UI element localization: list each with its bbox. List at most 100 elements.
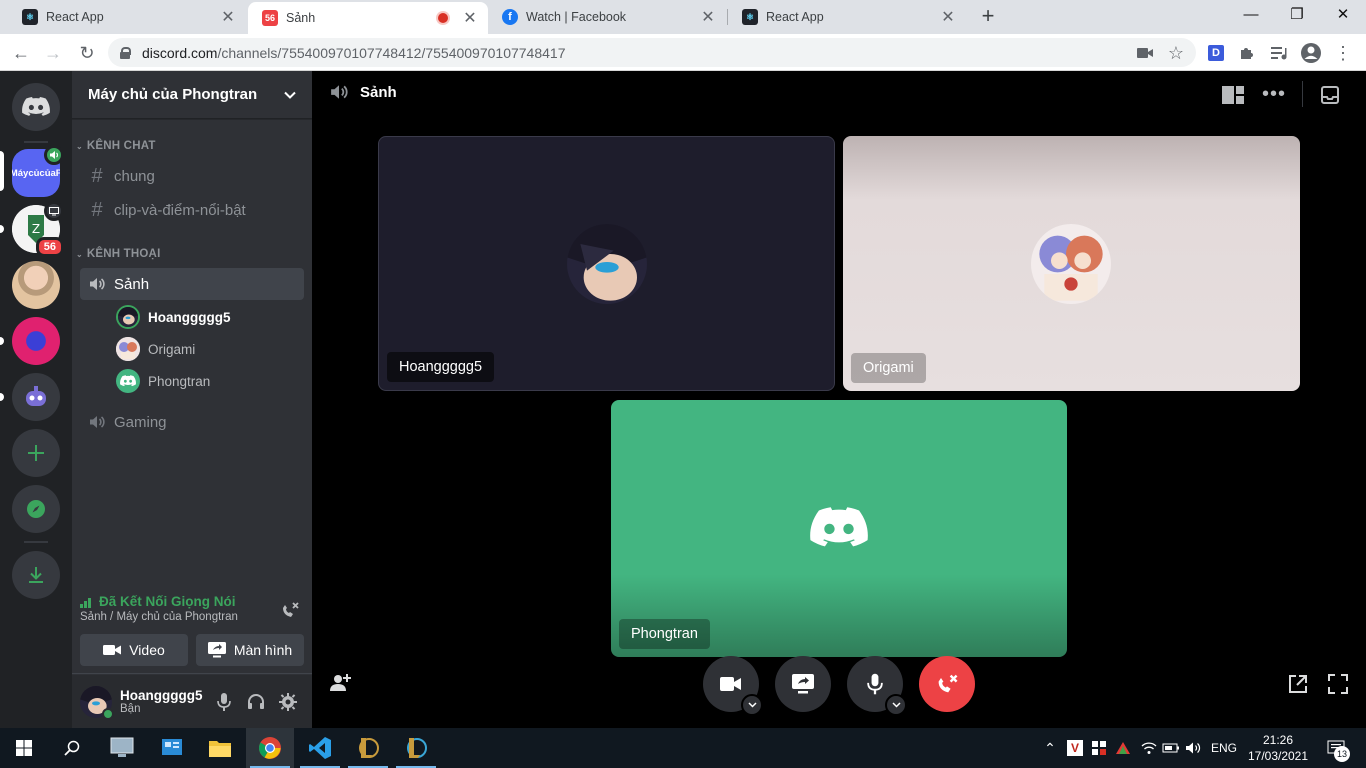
disconnect-phone-icon	[938, 674, 958, 693]
address-bar[interactable]: discord.com/channels/755400970107748412/…	[108, 38, 1196, 67]
chevron-down-icon[interactable]	[741, 694, 763, 716]
restore-button[interactable]: ❐	[1274, 0, 1320, 30]
voice-user-hoanggggg5[interactable]: Hoanggggg5	[116, 303, 231, 331]
deafen-button[interactable]	[240, 686, 272, 718]
extension-d-icon[interactable]: D	[1205, 42, 1227, 64]
close-tab-icon[interactable]: ✕	[700, 7, 716, 27]
server-icon-phongtran[interactable]: MáycủcủaP	[12, 145, 64, 197]
participant-name: Origami	[851, 353, 926, 383]
voice-user-origami[interactable]: Origami	[116, 335, 195, 363]
voice-active-icon	[44, 145, 64, 165]
disconnect-button[interactable]	[280, 600, 300, 625]
close-tab-icon[interactable]: ✕	[220, 7, 236, 27]
camera-in-use-icon[interactable]	[1134, 42, 1156, 64]
chevron-down-icon[interactable]	[885, 694, 907, 716]
profile-avatar-icon[interactable]	[1300, 42, 1322, 64]
network-tray-icon[interactable]	[1088, 728, 1110, 768]
screen-share-icon	[44, 201, 64, 221]
invite-user-button[interactable]	[330, 673, 352, 698]
layout-toggle-icon[interactable]	[1222, 86, 1244, 109]
camera-toggle-button[interactable]	[703, 656, 763, 716]
voice-user-phongtran[interactable]: Phongtran	[116, 367, 210, 395]
start-button[interactable]	[0, 728, 48, 768]
league-icon	[407, 738, 427, 758]
media-control-icon[interactable]	[1268, 42, 1290, 64]
browser-tab-active[interactable]: 56 Sảnh ✕	[248, 2, 488, 34]
avatar[interactable]	[80, 685, 114, 720]
wifi-icon[interactable]	[1138, 728, 1160, 768]
inbox-icon[interactable]	[1321, 86, 1339, 109]
mute-button[interactable]	[208, 686, 240, 718]
home-button[interactable]	[12, 83, 60, 131]
new-tab-button[interactable]: +	[976, 4, 1000, 30]
server-icon-zone[interactable]: Z 56	[12, 201, 64, 257]
text-channel-icon: #	[91, 164, 103, 187]
disconnect-phone-icon	[283, 602, 299, 617]
microphone-toggle-button[interactable]	[847, 656, 907, 716]
taskbar-app-control-panel[interactable]	[148, 728, 196, 768]
taskbar-app-computer[interactable]	[98, 728, 146, 768]
browser-tab[interactable]: f Watch | Facebook ✕	[488, 0, 726, 34]
more-options-icon[interactable]: •••	[1262, 83, 1286, 106]
minimize-button[interactable]: —	[1228, 0, 1274, 30]
antivirus-tray-icon[interactable]: V	[1064, 728, 1086, 768]
input-language[interactable]: ENG	[1206, 728, 1242, 768]
lock-icon	[120, 46, 131, 59]
folder-icon	[209, 741, 231, 757]
leave-call-button[interactable]	[919, 656, 975, 712]
category-text-channels[interactable]: ⌄ KÊNH CHAT	[76, 140, 156, 152]
search-icon	[64, 740, 80, 756]
video-tile-phongtran[interactable]: Phongtran	[611, 400, 1067, 657]
taskbar-app-vscode[interactable]	[296, 728, 344, 768]
extensions-puzzle-icon[interactable]	[1236, 42, 1258, 64]
close-window-button[interactable]: ✕	[1320, 0, 1366, 30]
browser-tab[interactable]: ⚛ React App ✕	[8, 0, 246, 34]
clock[interactable]: 21:26 17/03/2021	[1244, 728, 1312, 768]
server-icon-anime-girl[interactable]	[12, 261, 60, 309]
screen-share-toggle-button[interactable]	[775, 656, 831, 712]
taskbar-app-file-explorer[interactable]	[196, 728, 244, 768]
add-server-button[interactable]	[12, 429, 60, 477]
microphone-icon	[217, 692, 231, 711]
screen-share-button[interactable]: Màn hình	[196, 634, 304, 666]
popout-button[interactable]	[1288, 674, 1308, 699]
explore-servers-button[interactable]	[12, 485, 60, 533]
browser-tab[interactable]: ⚛ React App ✕	[728, 0, 966, 34]
chrome-menu-icon[interactable]: ⋮	[1332, 42, 1354, 64]
back-button[interactable]: ←	[8, 40, 34, 66]
fullscreen-button[interactable]	[1328, 674, 1348, 699]
video-button[interactable]: Video	[80, 634, 188, 666]
show-hidden-icons[interactable]: ⌃	[1040, 728, 1060, 768]
video-tile-hoanggggg5[interactable]: Hoanggggg5	[378, 136, 835, 391]
svg-text:Z: Z	[32, 222, 40, 236]
download-apps-button[interactable]	[12, 551, 60, 599]
mention-badge: 56	[35, 237, 64, 257]
server-icon-neon[interactable]	[12, 317, 60, 365]
category-voice-channels[interactable]: ⌄ KÊNH THOẠI	[76, 248, 160, 260]
voice-channel-gaming[interactable]: Gaming	[80, 406, 304, 438]
server-header[interactable]: Máy chủ của Phongtran	[72, 71, 312, 119]
server-icon-bot[interactable]	[12, 373, 60, 421]
close-tab-icon[interactable]: ✕	[940, 7, 956, 27]
battery-icon[interactable]	[1160, 728, 1182, 768]
volume-icon[interactable]	[1182, 728, 1204, 768]
taskbar-app-chrome[interactable]	[246, 728, 294, 768]
search-button[interactable]	[48, 728, 96, 768]
reload-button[interactable]: ↻	[74, 40, 100, 66]
close-tab-icon[interactable]: ✕	[462, 8, 478, 28]
action-center-button[interactable]: 13	[1316, 728, 1356, 768]
app-tray-icon[interactable]	[1112, 728, 1134, 768]
channel-clip[interactable]: # clip-và-điểm-nổi-bật	[80, 194, 304, 226]
forward-button[interactable]: →	[40, 40, 66, 66]
taskbar-app-league[interactable]	[344, 728, 392, 768]
video-tile-origami[interactable]: Origami	[843, 136, 1300, 391]
online-status-icon	[102, 707, 114, 720]
popout-icon	[1289, 675, 1307, 693]
user-settings-button[interactable]	[272, 686, 304, 718]
taskbar-app-league-client[interactable]	[392, 728, 440, 768]
voice-channel-sanh[interactable]: Sảnh	[80, 268, 304, 300]
camera-icon	[720, 677, 741, 691]
bookmark-star-icon[interactable]: ☆	[1165, 42, 1187, 64]
channel-chung[interactable]: # chung	[80, 160, 304, 192]
microphone-icon	[867, 673, 883, 695]
